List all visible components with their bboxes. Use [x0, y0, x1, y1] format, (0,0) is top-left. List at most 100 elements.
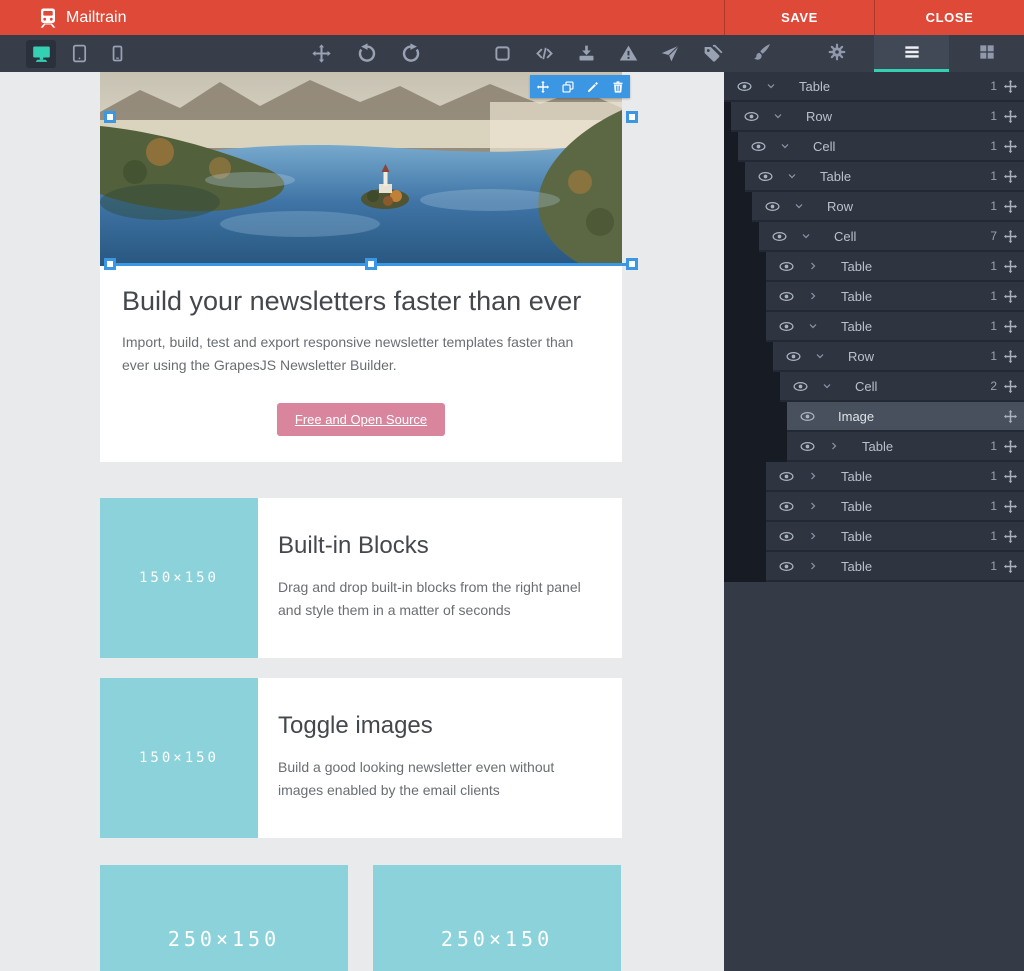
layer-row-table[interactable]: Table1	[724, 432, 1024, 462]
layer-row-row[interactable]: Row1	[724, 102, 1024, 132]
visibility-eye-icon[interactable]	[778, 558, 795, 575]
layer-row-table[interactable]: Table1	[724, 492, 1024, 522]
free-open-source-button[interactable]: Free and Open Source	[277, 403, 445, 436]
layer-row-table[interactable]: Table1	[724, 162, 1024, 192]
chevron-right-icon[interactable]	[807, 500, 819, 512]
visibility-eye-icon[interactable]	[778, 468, 795, 485]
visibility-eye-icon[interactable]	[764, 198, 781, 215]
layer-row-table[interactable]: Table1	[724, 312, 1024, 342]
merge-tags-button[interactable]	[697, 40, 727, 68]
move-handle-icon[interactable]	[1003, 379, 1018, 394]
move-handle-icon[interactable]	[1003, 349, 1018, 364]
chevron-right-icon[interactable]	[807, 260, 819, 272]
move-handle-icon[interactable]	[1003, 289, 1018, 304]
placeholder-image-150[interactable]: 150×150	[100, 498, 258, 658]
move-handle-icon[interactable]	[1003, 79, 1018, 94]
visibility-eye-icon[interactable]	[778, 288, 795, 305]
visibility-eye-icon[interactable]	[778, 498, 795, 515]
visibility-eye-icon[interactable]	[799, 438, 816, 455]
placeholder-image-150[interactable]: 150×150	[100, 678, 258, 838]
chevron-down-icon[interactable]	[793, 200, 805, 212]
move-handle-icon[interactable]	[1003, 259, 1018, 274]
layer-row-table[interactable]: Table1	[724, 462, 1024, 492]
layer-row-cell[interactable]: Cell1	[724, 132, 1024, 162]
visibility-eye-icon[interactable]	[771, 228, 788, 245]
chevron-down-icon[interactable]	[807, 320, 819, 332]
layer-row-table[interactable]: Table1	[724, 72, 1024, 102]
edit-component-button[interactable]	[580, 75, 605, 98]
visibility-eye-icon[interactable]	[757, 168, 774, 185]
resize-handle-bottom-mid[interactable]	[365, 258, 377, 270]
move-handle-icon[interactable]	[1003, 529, 1018, 544]
card-text[interactable]: Drag and drop built-in blocks from the r…	[278, 576, 598, 622]
device-desktop-button[interactable]	[26, 40, 56, 68]
card-title[interactable]: Built-in Blocks	[278, 532, 598, 560]
move-handle-icon[interactable]	[1003, 559, 1018, 574]
move-handle-icon[interactable]	[1003, 319, 1018, 334]
layer-row-image[interactable]: Image	[724, 402, 1024, 432]
drag-mode-button[interactable]	[306, 40, 336, 68]
layer-manager-button[interactable]	[874, 35, 949, 72]
resize-handle-bottom-right[interactable]	[626, 258, 638, 270]
card-text[interactable]: Build a good looking newsletter even wit…	[278, 756, 598, 802]
move-handle-icon[interactable]	[1003, 199, 1018, 214]
move-handle-icon[interactable]	[1003, 169, 1018, 184]
chevron-down-icon[interactable]	[821, 380, 833, 392]
style-manager-button[interactable]	[724, 35, 799, 72]
move-handle-icon[interactable]	[1003, 469, 1018, 484]
toggle-borders-button[interactable]	[487, 40, 517, 68]
chevron-down-icon[interactable]	[765, 80, 777, 92]
chevron-down-icon[interactable]	[814, 350, 826, 362]
chevron-right-icon[interactable]	[807, 470, 819, 482]
layer-row-table[interactable]: Table1	[724, 552, 1024, 582]
undo-button[interactable]	[351, 40, 381, 68]
validate-button[interactable]	[613, 40, 643, 68]
visibility-eye-icon[interactable]	[736, 78, 753, 95]
resize-handle-top-right[interactable]	[626, 111, 638, 123]
layer-row-table[interactable]: Table1	[724, 252, 1024, 282]
hero-image[interactable]	[100, 72, 622, 266]
resize-handle-bottom-left[interactable]	[104, 258, 116, 270]
resize-handle-top-left[interactable]	[104, 111, 116, 123]
chevron-right-icon[interactable]	[807, 560, 819, 572]
device-tablet-button[interactable]	[64, 40, 94, 68]
chevron-down-icon[interactable]	[779, 140, 791, 152]
move-handle-icon[interactable]	[1003, 139, 1018, 154]
move-component-button[interactable]	[530, 75, 555, 98]
send-test-button[interactable]	[655, 40, 685, 68]
layer-row-table[interactable]: Table1	[724, 282, 1024, 312]
hero-heading[interactable]: Build your newsletters faster than ever	[122, 286, 600, 317]
layer-row-row[interactable]: Row1	[724, 192, 1024, 222]
view-code-button[interactable]	[529, 40, 559, 68]
chevron-down-icon[interactable]	[786, 170, 798, 182]
move-handle-icon[interactable]	[1003, 229, 1018, 244]
visibility-eye-icon[interactable]	[792, 378, 809, 395]
chevron-right-icon[interactable]	[807, 530, 819, 542]
hero-paragraph[interactable]: Import, build, test and export responsiv…	[122, 331, 592, 377]
redo-button[interactable]	[396, 40, 426, 68]
card-title[interactable]: Toggle images	[278, 712, 598, 740]
move-handle-icon[interactable]	[1003, 439, 1018, 454]
layer-row-cell[interactable]: Cell7	[724, 222, 1024, 252]
copy-component-button[interactable]	[555, 75, 580, 98]
layer-row-row[interactable]: Row1	[724, 342, 1024, 372]
move-handle-icon[interactable]	[1003, 409, 1018, 424]
settings-button[interactable]	[799, 35, 874, 72]
placeholder-image-250[interactable]: 250×150	[100, 865, 348, 971]
placeholder-image-250[interactable]: 250×150	[373, 865, 621, 971]
visibility-eye-icon[interactable]	[778, 318, 795, 335]
visibility-eye-icon[interactable]	[799, 408, 816, 425]
device-mobile-button[interactable]	[102, 40, 132, 68]
chevron-right-icon[interactable]	[828, 440, 840, 452]
visibility-eye-icon[interactable]	[750, 138, 767, 155]
chevron-down-icon[interactable]	[800, 230, 812, 242]
chevron-down-icon[interactable]	[772, 110, 784, 122]
move-handle-icon[interactable]	[1003, 109, 1018, 124]
visibility-eye-icon[interactable]	[778, 258, 795, 275]
block-manager-button[interactable]	[949, 35, 1024, 72]
chevron-right-icon[interactable]	[807, 290, 819, 302]
layer-row-cell[interactable]: Cell2	[724, 372, 1024, 402]
delete-component-button[interactable]	[605, 75, 630, 98]
layer-row-table[interactable]: Table1	[724, 522, 1024, 552]
save-button[interactable]: SAVE	[724, 0, 874, 35]
